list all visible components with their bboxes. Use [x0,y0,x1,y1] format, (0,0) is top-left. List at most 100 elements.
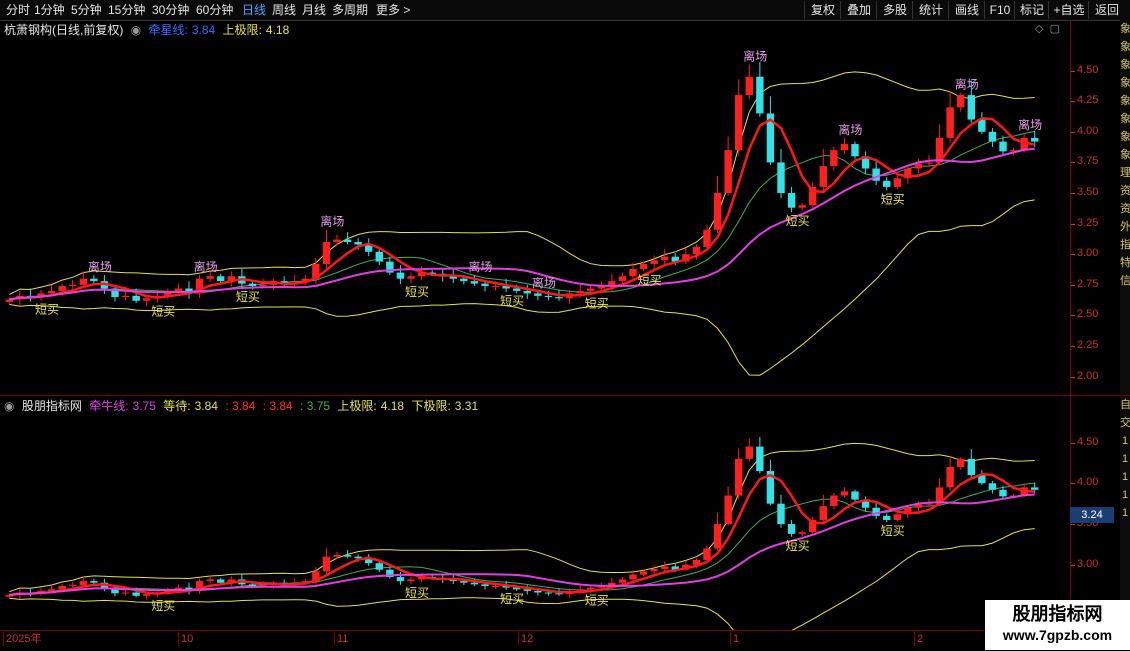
y-tick-mark [1071,564,1075,566]
period-tab-1min[interactable]: 1分钟 [34,2,65,18]
candle-body [618,276,627,282]
restore-icon[interactable]: ▢ [1050,23,1060,35]
candle-body [661,256,669,261]
main-chart-header: 杭萧钢构(日线,前复权) ◉ 牵星线: 3.84 上极限: 4.18 [4,21,293,39]
candle-body [999,141,1007,152]
period-tab-15min[interactable]: 15分钟 [108,2,145,18]
period-tab-5min[interactable]: 5分钟 [71,2,102,18]
candle-body [713,193,722,230]
draw-line-button[interactable]: 画线 [948,1,985,19]
right-info-column-sub: 自交 1 1 1 1 1 [1120,396,1130,630]
candle-body [587,288,595,291]
candle-body [143,594,151,596]
candle-body [470,281,479,284]
candle-body [259,284,267,287]
side-column-char: 1 [1121,489,1129,501]
y-tick-mark [1071,376,1075,378]
sub-settings-icon[interactable]: ◉ [4,399,14,413]
chevron-right-icon: > [403,3,411,17]
y-tick-mark [1071,524,1075,526]
indicator-settings-icon[interactable]: ◉ [131,23,141,37]
diamond-icon[interactable]: ◇ [1035,23,1043,35]
candle-body [819,506,827,520]
candle-body [555,297,563,299]
side-column-char: 象 [1120,59,1130,71]
candle-body [798,532,806,534]
date-label: 12 [518,632,533,646]
mark-button[interactable]: 标记 [1014,1,1049,19]
f10-button[interactable]: F10 [984,1,1015,19]
candle-body [830,150,838,167]
period-tab-monthly[interactable]: 月线 [302,2,326,18]
candle-body [883,515,891,520]
more-label: 更多 [376,3,401,17]
date-axis: 2025年 10 11 12 1 2 [0,630,1070,651]
y-tick-label: 3.50 [1077,186,1099,199]
candle-body [925,162,933,164]
y-tick-mark [1071,193,1075,195]
stats-button[interactable]: 统计 [912,1,949,19]
sub-l1: 牵牛线: [89,399,129,413]
candle-body [523,589,531,591]
side-column-char: 象 [1120,23,1130,35]
side-column-char: 象 [1120,131,1130,143]
candle-body [333,555,341,557]
sub-v7: 3.31 [454,399,479,413]
adjust-button[interactable]: 复权 [804,1,841,19]
buy-signal-label: 短买 [585,296,609,310]
leave-signal-label: 离场 [468,259,492,274]
buy-signal-label: 短买 [500,294,524,308]
back-button[interactable]: 返回 [1088,1,1125,19]
y-tick-label: 3.25 [1077,216,1099,229]
buy-signal-label: 短买 [405,586,429,600]
candle-body [90,278,98,282]
candle-body [491,286,500,288]
y-tick-label: 2.00 [1077,369,1099,382]
buy-signal-label: 短买 [236,290,260,304]
candle-body [470,582,479,585]
candle-body [650,568,658,572]
candle-body [460,581,468,583]
multi-stock-button[interactable]: 多股 [876,1,913,19]
main-price-chart[interactable]: 离场 离场离场离场离场离场离场离场离场短买 短买短买 短买短买 短买短买短买短买 [0,40,1070,395]
candle-body [988,483,997,490]
y-tick-label: 3.00 [1077,557,1099,570]
period-tab-multi[interactable]: 多周期 [332,2,368,18]
candle-body [248,584,257,586]
watermark-title: 股朋指标网 [1012,604,1103,624]
candle-body [460,278,468,282]
candle-body [375,251,383,262]
candle-body [999,489,1007,497]
candle-body [661,566,669,569]
candle-body [69,284,77,287]
date-label: 11 [334,632,348,646]
site-watermark: 股朋指标网 www.7gpzb.com [985,600,1130,650]
period-tab-weekly[interactable]: 周线 [272,2,296,18]
period-tab-60min[interactable]: 60分钟 [196,2,233,18]
add-watchlist-button[interactable]: +自选 [1048,1,1089,19]
candle-body [534,293,542,296]
candle-body [513,288,521,291]
magenta-ma-line [9,147,1035,301]
lower-band-line [9,528,1035,630]
sub-indicator-chart[interactable]: 短买短买 短买 短买短买短买 [0,414,1070,630]
sub-title: 股朋指标网 [21,399,82,413]
candle-body [735,458,743,496]
candle-body [1031,487,1039,490]
period-tab-intraday[interactable]: 分时 [6,2,30,18]
y-tick-label: 4.25 [1077,94,1099,107]
y-tick-mark [1071,223,1075,225]
y-tick-mark [1071,315,1075,317]
pane-divider [0,395,1130,396]
ind2-label: 上极限: [222,23,262,37]
date-label: 2025年 [3,632,41,646]
candle-body [343,239,352,242]
period-tab-more[interactable]: 更多 > [376,2,410,18]
candle-body [830,495,838,507]
period-tab-daily[interactable]: 日线 [242,2,266,18]
overlay-button[interactable]: 叠加 [840,1,877,19]
side-column-char: 1 [1121,453,1129,465]
period-tab-30min[interactable]: 30分钟 [152,2,189,18]
candle-body [396,272,405,279]
candle-body [957,458,965,467]
